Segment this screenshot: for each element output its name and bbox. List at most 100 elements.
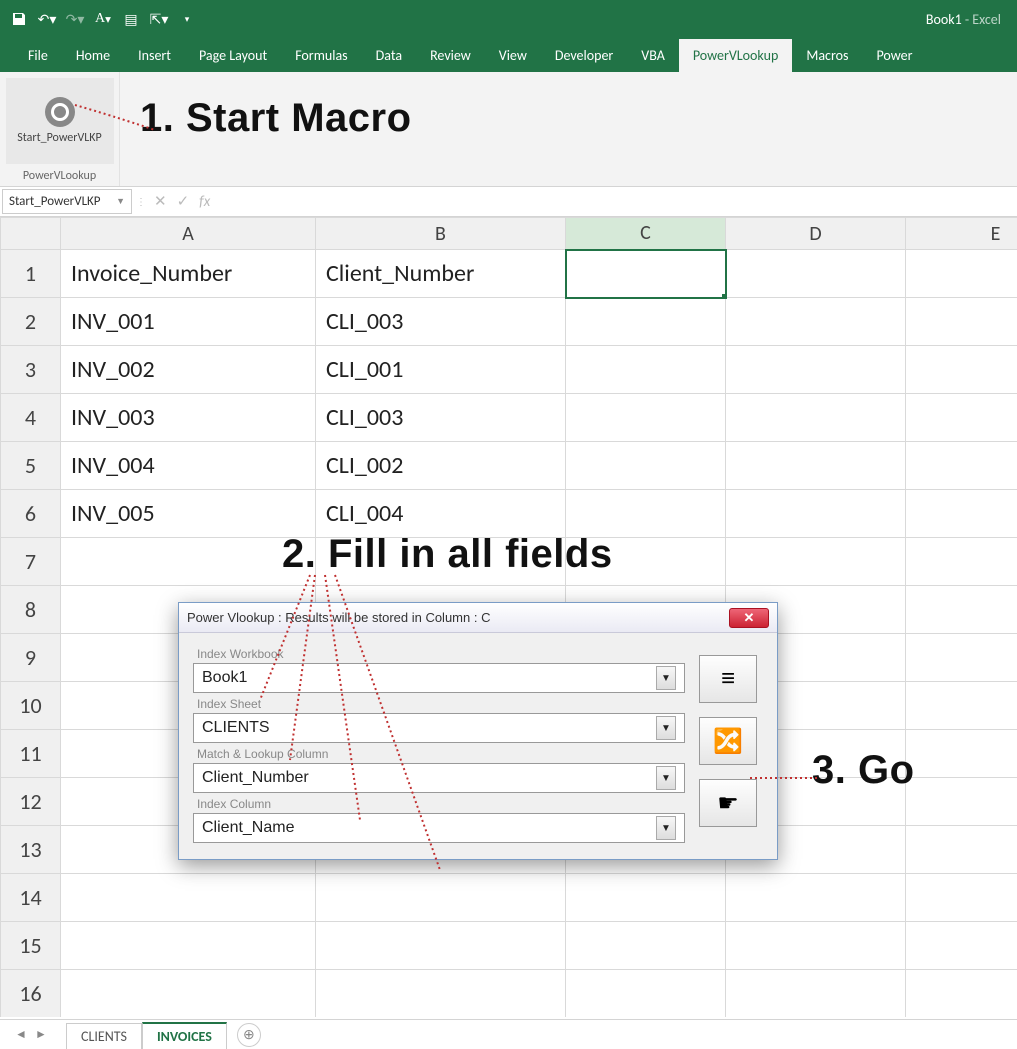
cell[interactable] <box>726 298 906 346</box>
name-box[interactable]: Start_PowerVLKP ▼ <box>2 189 132 214</box>
cell[interactable] <box>906 298 1017 346</box>
row-header[interactable]: 10 <box>1 682 61 730</box>
cell[interactable]: Client_Number <box>316 250 566 298</box>
cell[interactable] <box>316 874 566 922</box>
close-button[interactable]: ✕ <box>729 608 769 628</box>
redo-icon[interactable]: ↷▾ <box>64 8 86 30</box>
cell[interactable] <box>726 490 906 538</box>
cell[interactable] <box>316 922 566 970</box>
select-all-corner[interactable] <box>1 218 61 250</box>
cell[interactable]: INV_003 <box>61 394 316 442</box>
index-workbook-dropdown[interactable]: Book1▼ <box>193 663 685 693</box>
index-sheet-dropdown[interactable]: CLIENTS▼ <box>193 713 685 743</box>
cell[interactable] <box>906 538 1017 586</box>
save-icon[interactable] <box>8 8 30 30</box>
cell[interactable]: INV_004 <box>61 442 316 490</box>
cell[interactable]: INV_001 <box>61 298 316 346</box>
row-header[interactable]: 3 <box>1 346 61 394</box>
cell[interactable] <box>566 922 726 970</box>
tab-file[interactable]: File <box>14 39 62 72</box>
cell[interactable] <box>726 970 906 1018</box>
undo-icon[interactable]: ↶▾ <box>36 8 58 30</box>
go-button[interactable]: 🔀 <box>699 717 757 765</box>
sheet-tab-invoices[interactable]: INVOICES <box>142 1022 227 1049</box>
col-header-d[interactable]: D <box>726 218 906 250</box>
font-icon[interactable]: A▾ <box>92 8 114 30</box>
cell[interactable] <box>316 970 566 1018</box>
cell[interactable] <box>906 874 1017 922</box>
dialog-titlebar[interactable]: Power Vlookup : Results will be stored i… <box>179 603 777 633</box>
fx-icon[interactable]: fx <box>199 193 210 211</box>
cell[interactable] <box>726 538 906 586</box>
cell[interactable] <box>61 538 316 586</box>
cell[interactable] <box>726 250 906 298</box>
row-header[interactable]: 16 <box>1 970 61 1018</box>
sheet-nav-first-icon[interactable]: ◄ <box>12 1027 30 1042</box>
sheet-tab-clients[interactable]: CLIENTS <box>66 1023 142 1049</box>
chevron-down-icon[interactable]: ▼ <box>656 816 676 840</box>
cell[interactable] <box>566 538 726 586</box>
cell-selected[interactable] <box>566 250 726 298</box>
row-header[interactable]: 8 <box>1 586 61 634</box>
start-powervlkp-button[interactable]: Start_PowerVLKP <box>6 78 114 164</box>
row-header[interactable]: 7 <box>1 538 61 586</box>
btn-icon[interactable]: ▤ <box>120 8 142 30</box>
cell[interactable] <box>726 874 906 922</box>
tab-formulas[interactable]: Formulas <box>281 39 361 72</box>
powervlookup-dialog[interactable]: Power Vlookup : Results will be stored i… <box>178 602 778 860</box>
cell[interactable] <box>906 442 1017 490</box>
row-header[interactable]: 9 <box>1 634 61 682</box>
cell[interactable] <box>726 346 906 394</box>
cell[interactable]: CLI_004 <box>316 490 566 538</box>
cell[interactable] <box>566 442 726 490</box>
cell[interactable] <box>906 778 1017 826</box>
formula-input[interactable] <box>216 187 1017 216</box>
help-button[interactable]: ☛ <box>699 779 757 827</box>
cell[interactable] <box>61 874 316 922</box>
cell[interactable] <box>906 250 1017 298</box>
index-column-dropdown[interactable]: Client_Name▼ <box>193 813 685 843</box>
row-header[interactable]: 2 <box>1 298 61 346</box>
cell[interactable] <box>906 490 1017 538</box>
tab-pagelayout[interactable]: Page Layout <box>185 39 281 72</box>
tab-review[interactable]: Review <box>416 39 485 72</box>
row-header[interactable]: 5 <box>1 442 61 490</box>
tab-powervlookup[interactable]: PowerVLookup <box>679 39 793 72</box>
tab-macros[interactable]: Macros <box>792 39 862 72</box>
cell[interactable]: CLI_003 <box>316 298 566 346</box>
row-header[interactable]: 12 <box>1 778 61 826</box>
col-header-b[interactable]: B <box>316 218 566 250</box>
match-lookup-dropdown[interactable]: Client_Number▼ <box>193 763 685 793</box>
cell[interactable] <box>566 970 726 1018</box>
cell[interactable] <box>906 394 1017 442</box>
cell[interactable] <box>61 970 316 1018</box>
cell[interactable] <box>906 826 1017 874</box>
cell[interactable]: CLI_002 <box>316 442 566 490</box>
row-header[interactable]: 6 <box>1 490 61 538</box>
cell[interactable]: Invoice_Number <box>61 250 316 298</box>
tab-view[interactable]: View <box>485 39 541 72</box>
cancel-icon[interactable]: ✕ <box>154 192 167 211</box>
cell[interactable] <box>566 346 726 394</box>
cell[interactable] <box>906 730 1017 778</box>
chevron-down-icon[interactable]: ▼ <box>656 666 676 690</box>
col-header-a[interactable]: A <box>61 218 316 250</box>
cell[interactable] <box>906 922 1017 970</box>
tab-power[interactable]: Power <box>862 39 926 72</box>
cell[interactable] <box>566 394 726 442</box>
cell[interactable] <box>726 922 906 970</box>
cell[interactable] <box>726 442 906 490</box>
cell[interactable] <box>906 586 1017 634</box>
cell[interactable] <box>906 682 1017 730</box>
cell[interactable] <box>906 970 1017 1018</box>
row-header[interactable]: 1 <box>1 250 61 298</box>
cell[interactable]: INV_002 <box>61 346 316 394</box>
export-icon[interactable]: ⇱▾ <box>148 8 170 30</box>
cell[interactable]: CLI_001 <box>316 346 566 394</box>
cell[interactable] <box>61 922 316 970</box>
col-header-c[interactable]: C <box>566 218 726 250</box>
cell[interactable] <box>566 490 726 538</box>
chevron-down-icon[interactable]: ▼ <box>656 766 676 790</box>
cell[interactable]: CLI_003 <box>316 394 566 442</box>
chevron-down-icon[interactable]: ▼ <box>656 716 676 740</box>
